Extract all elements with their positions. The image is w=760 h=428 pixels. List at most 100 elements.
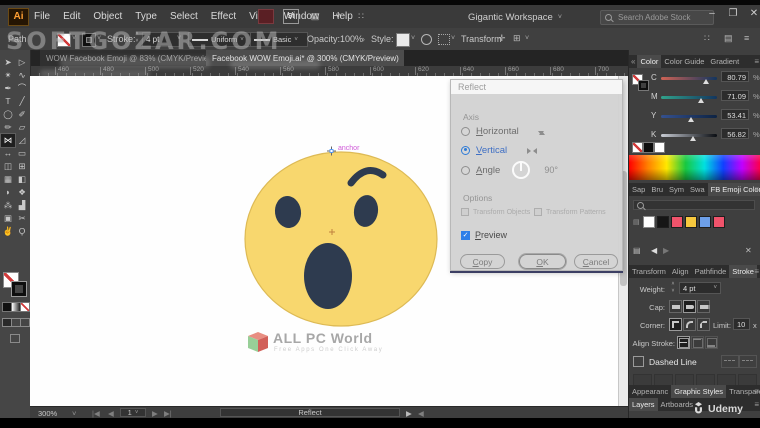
panel-tab-artboards[interactable]: Artboards [658, 398, 697, 411]
fill-chevron-icon[interactable]: ˅ [72, 35, 76, 42]
stroke-color-swatch[interactable] [82, 33, 96, 47]
chevron-right-icon[interactable]: › [362, 34, 365, 44]
workspace-switcher[interactable]: Gigantic Workspace ˅ [468, 10, 562, 24]
panel-tab-layers[interactable]: Layers [629, 398, 658, 411]
stroke-tab-pathfinde[interactable]: Pathfinde [692, 265, 730, 278]
width-profile-dropdown[interactable]: Uniform ˅ [188, 32, 252, 47]
axis-option-angle[interactable]: Angle 90° [461, 161, 558, 179]
stroke-proxy-swatch[interactable] [11, 281, 27, 297]
graphic-style-swatch[interactable] [396, 33, 410, 47]
dashed-line-option[interactable]: Dashed Line [633, 356, 697, 367]
preview-option[interactable]: ✓ Preview [461, 230, 507, 240]
width-tool[interactable]: ↔ [1, 147, 15, 160]
radio-vertical[interactable] [461, 145, 470, 155]
axis-option-horizontal[interactable]: Horizontal [461, 125, 545, 137]
delete-swatch-icon[interactable]: ✕ [745, 246, 752, 255]
menu-select[interactable]: Select [170, 11, 198, 22]
stroke-tab-transform[interactable]: Transform [629, 265, 669, 278]
symbol-sprayer-tool[interactable]: ⁂ [1, 199, 15, 212]
option-transform-patterns[interactable]: Transform Patterns [534, 208, 606, 216]
hand-tool[interactable]: ✌ [1, 225, 15, 238]
slider-thumb[interactable] [687, 117, 694, 122]
dialog-title[interactable]: Reflect [451, 80, 622, 94]
next-artboard-icon[interactable]: ▶ [152, 409, 158, 418]
swatches-tab-sym[interactable]: Sym [666, 183, 687, 196]
free-transform-tool[interactable]: ▭ [15, 147, 29, 160]
perspective-grid-tool[interactable]: ⊞ [15, 160, 29, 173]
channel-slider[interactable] [661, 96, 717, 99]
slider-thumb[interactable] [697, 98, 704, 103]
option-transform-objects[interactable]: Transform Objects [461, 208, 530, 216]
checkbox[interactable] [534, 208, 542, 216]
swatches-panel-menu-icon[interactable]: ≡ [754, 183, 759, 196]
bridge-app-icon[interactable] [258, 9, 274, 24]
menu-type[interactable]: Type [135, 11, 157, 22]
panel-tab-graphic-styles[interactable]: Graphic Styles [671, 385, 727, 398]
color-swatch[interactable] [671, 216, 683, 228]
corner-bevel-button[interactable] [697, 318, 710, 331]
line-segment-tool[interactable]: ╱ [15, 95, 29, 108]
first-artboard-icon[interactable]: |◀ [92, 409, 100, 418]
arrange-documents-chevron-icon[interactable]: ˅ [331, 10, 345, 23]
menu-edit[interactable]: Edit [63, 11, 80, 22]
status-field[interactable]: Reflect [220, 408, 400, 417]
align-center-button[interactable] [677, 336, 690, 349]
color-swatch[interactable] [657, 216, 669, 228]
artboard-tool[interactable]: ▣ [1, 212, 15, 225]
ellipse-tool[interactable]: ◯ [1, 108, 15, 121]
color-swatch[interactable] [713, 216, 725, 228]
swatches-tab-swa[interactable]: Swa [687, 183, 708, 196]
opacity-value[interactable]: 100% [340, 34, 363, 44]
swatch-list-icon[interactable]: ▤ [633, 218, 640, 226]
black-swatch-icon[interactable] [643, 142, 654, 153]
none-mode-button[interactable] [20, 302, 30, 312]
mesh-tool[interactable]: ▦ [1, 173, 15, 186]
stroke-weight-stepper[interactable]: ˄ ˅ [133, 31, 141, 46]
layers-panel-menu-icon[interactable]: ≡ [754, 398, 759, 411]
arrange-documents-icon[interactable]: ▤ [308, 10, 322, 23]
zoom-tool[interactable]: Ϙ [15, 225, 29, 238]
axis-option-vertical[interactable]: Vertical [461, 144, 538, 156]
pen-tool[interactable]: ✒ [1, 82, 15, 95]
stroke-panel-menu-icon[interactable]: ≡ [754, 265, 759, 278]
panel-dock-icon[interactable]: ▤ [724, 33, 733, 44]
radio-angle[interactable] [461, 165, 470, 175]
appearance-panel-menu-icon[interactable]: ≡ [754, 385, 759, 398]
more-options-icon[interactable]: ⊞ [513, 33, 521, 44]
color-swatch[interactable] [643, 216, 655, 228]
checkbox[interactable] [461, 208, 469, 216]
magic-wand-tool[interactable]: ✴ [1, 69, 15, 82]
close-button[interactable]: ✕ [748, 8, 760, 19]
color-panel-menu-icon[interactable]: ≡ [754, 55, 759, 68]
swatches-tab-fb-emoji-colors[interactable]: FB Emoji Colors [707, 183, 760, 196]
menu-file[interactable]: File [34, 11, 50, 22]
color-spectrum-bar[interactable] [629, 155, 760, 180]
prev-colors-icon[interactable]: ◀ [651, 246, 657, 255]
stroke-weight-chevron-icon[interactable]: ˅ [177, 35, 181, 42]
screen-mode-icon[interactable] [10, 334, 20, 343]
document-tab-active[interactable]: Facebook WOW Emoji.ai* @ 300% (CMYK/Prev… [206, 50, 404, 66]
panel-stroke-proxy[interactable] [638, 80, 649, 91]
dash-preserve-button[interactable] [721, 355, 739, 368]
next-colors-icon[interactable]: ▶ [663, 246, 669, 255]
weight-value-dropdown[interactable]: 4 pt ˅ [679, 282, 721, 294]
status-next-icon[interactable]: ▶ [406, 409, 412, 418]
shape-builder-tool[interactable]: ◫ [1, 160, 15, 173]
status-prev-icon[interactable]: ◀ [418, 409, 424, 418]
anchor-point[interactable] [329, 149, 334, 153]
align-outside-button[interactable] [705, 336, 718, 349]
limit-value[interactable]: 10 [733, 318, 750, 330]
direct-selection-tool[interactable]: ▷ [15, 56, 29, 69]
lasso-tool[interactable]: ∿ [15, 69, 29, 82]
stroke-tab-stroke[interactable]: Stroke [729, 265, 757, 278]
minimize-button[interactable]: – [706, 8, 718, 19]
eyedropper-tool[interactable]: ◗ [1, 186, 15, 199]
menu-object[interactable]: Object [93, 11, 122, 22]
gradient-tool[interactable]: ◧ [15, 173, 29, 186]
ok-button[interactable]: OK [519, 254, 566, 269]
zoom-chevron-icon[interactable]: ˅ [72, 409, 76, 418]
dashed-line-checkbox[interactable] [633, 356, 644, 367]
restore-button[interactable]: ❐ [727, 8, 739, 19]
curvature-tool[interactable]: ⌒ [15, 82, 29, 95]
recolor-artwork-icon[interactable] [421, 34, 432, 45]
